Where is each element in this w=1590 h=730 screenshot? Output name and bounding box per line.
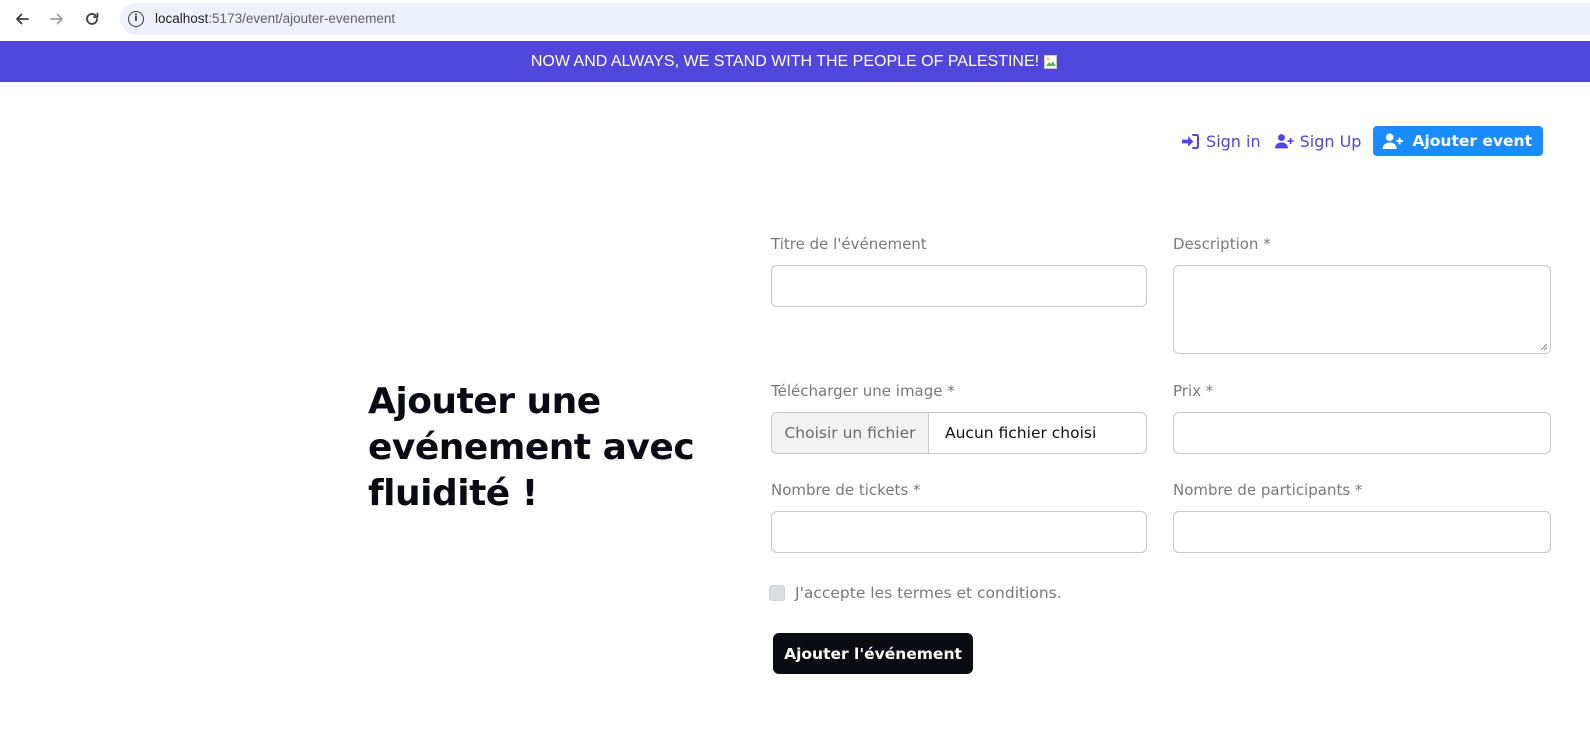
address-bar[interactable]: i localhost:5173/event/ajouter-evenement [120, 3, 1590, 35]
page-title: Ajouter une evénement avec fluidité ! [368, 381, 695, 514]
user-plus-icon [1383, 132, 1404, 149]
add-event-label: Ajouter event [1412, 132, 1532, 150]
user-plus-icon [1274, 133, 1294, 148]
announcement-banner: NOW AND ALWAYS, WE STAND WITH THE PEOPLE… [0, 41, 1590, 82]
sign-in-label: Sign in [1206, 131, 1261, 151]
choose-file-button[interactable]: Choisir un fichier [772, 413, 929, 453]
browser-toolbar: i localhost:5173/event/ajouter-evenement [0, 0, 1590, 41]
resize-handle-icon[interactable] [1540, 343, 1548, 351]
add-event-button[interactable]: Ajouter event [1373, 126, 1543, 156]
image-file-input[interactable]: Choisir un fichier Aucun fichier choisi [771, 412, 1147, 454]
title-input[interactable] [771, 265, 1147, 307]
submit-event-button[interactable]: Ajouter l'événement [773, 633, 973, 674]
participants-input[interactable] [1173, 511, 1551, 553]
banner-text: NOW AND ALWAYS, WE STAND WITH THE PEOPLE… [530, 52, 1040, 70]
back-arrow-icon[interactable] [9, 6, 35, 32]
sign-up-label: Sign Up [1299, 131, 1362, 151]
info-icon[interactable]: i [128, 11, 144, 27]
price-label: Prix * [1173, 382, 1214, 400]
sign-in-link[interactable]: Sign in [1179, 126, 1263, 156]
tickets-input[interactable] [771, 511, 1147, 553]
description-textarea[interactable] [1173, 265, 1551, 354]
sign-in-icon [1182, 133, 1200, 149]
description-label: Description * [1173, 235, 1271, 253]
reload-icon[interactable] [79, 6, 105, 32]
sign-up-link[interactable]: Sign Up [1273, 126, 1364, 156]
broken-image-icon [1043, 54, 1059, 70]
tickets-label: Nombre de tickets * [771, 481, 921, 499]
title-label: Titre de l'événement [771, 235, 927, 253]
url-text[interactable]: localhost:5173/event/ajouter-evenement [155, 11, 395, 26]
terms-checkbox[interactable] [769, 585, 785, 601]
price-input[interactable] [1173, 412, 1551, 454]
terms-label[interactable]: J'accepte les termes et conditions. [795, 584, 1062, 602]
image-label: Télécharger une image * [771, 382, 955, 400]
forward-arrow-icon[interactable] [44, 6, 70, 32]
file-status-text: Aucun fichier choisi [945, 424, 1097, 442]
header-nav: Sign in Sign Up Ajouter event [1179, 126, 1543, 156]
terms-row: J'accepte les termes et conditions. [769, 584, 1062, 602]
participants-label: Nombre de participants * [1173, 481, 1363, 499]
